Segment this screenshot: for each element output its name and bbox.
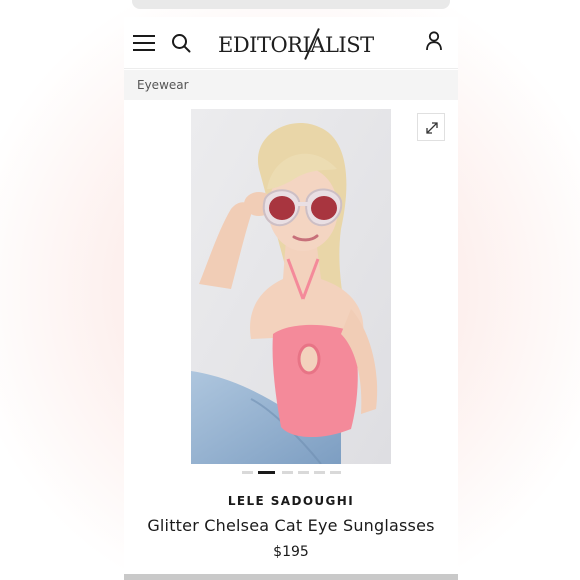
user-account-icon[interactable]	[425, 31, 443, 51]
mobile-page: EDITORIALIST Eyewear LELE SADOUGHI Glitt…	[124, 17, 458, 580]
image-carousel-indicators	[242, 471, 342, 475]
breadcrumb-eyewear-link[interactable]: Eyewear	[137, 78, 189, 92]
site-header: EDITORIALIST	[124, 17, 458, 69]
browser-chrome-edge	[132, 0, 450, 9]
carousel-dot[interactable]	[242, 471, 253, 474]
search-icon[interactable]	[171, 33, 191, 53]
product-title: Glitter Chelsea Cat Eye Sunglasses	[147, 516, 435, 535]
product-brand[interactable]: LELE SADOUGHI	[124, 494, 458, 508]
carousel-dot[interactable]	[282, 471, 293, 474]
product-price: $195	[273, 544, 309, 560]
carousel-dot[interactable]	[298, 471, 309, 474]
model-photo-illustration	[191, 109, 391, 464]
expand-arrows-icon	[426, 122, 438, 134]
breadcrumb-bar: Eyewear	[124, 70, 458, 100]
site-logo[interactable]: EDITORIALIST	[218, 31, 374, 59]
carousel-dot[interactable]	[330, 471, 341, 474]
carousel-dot-active[interactable]	[258, 471, 275, 474]
expand-image-button[interactable]	[417, 113, 445, 141]
hamburger-menu-icon[interactable]	[133, 34, 155, 52]
bottom-divider	[124, 574, 458, 580]
product-image[interactable]	[191, 109, 391, 464]
carousel-dot[interactable]	[314, 471, 325, 474]
